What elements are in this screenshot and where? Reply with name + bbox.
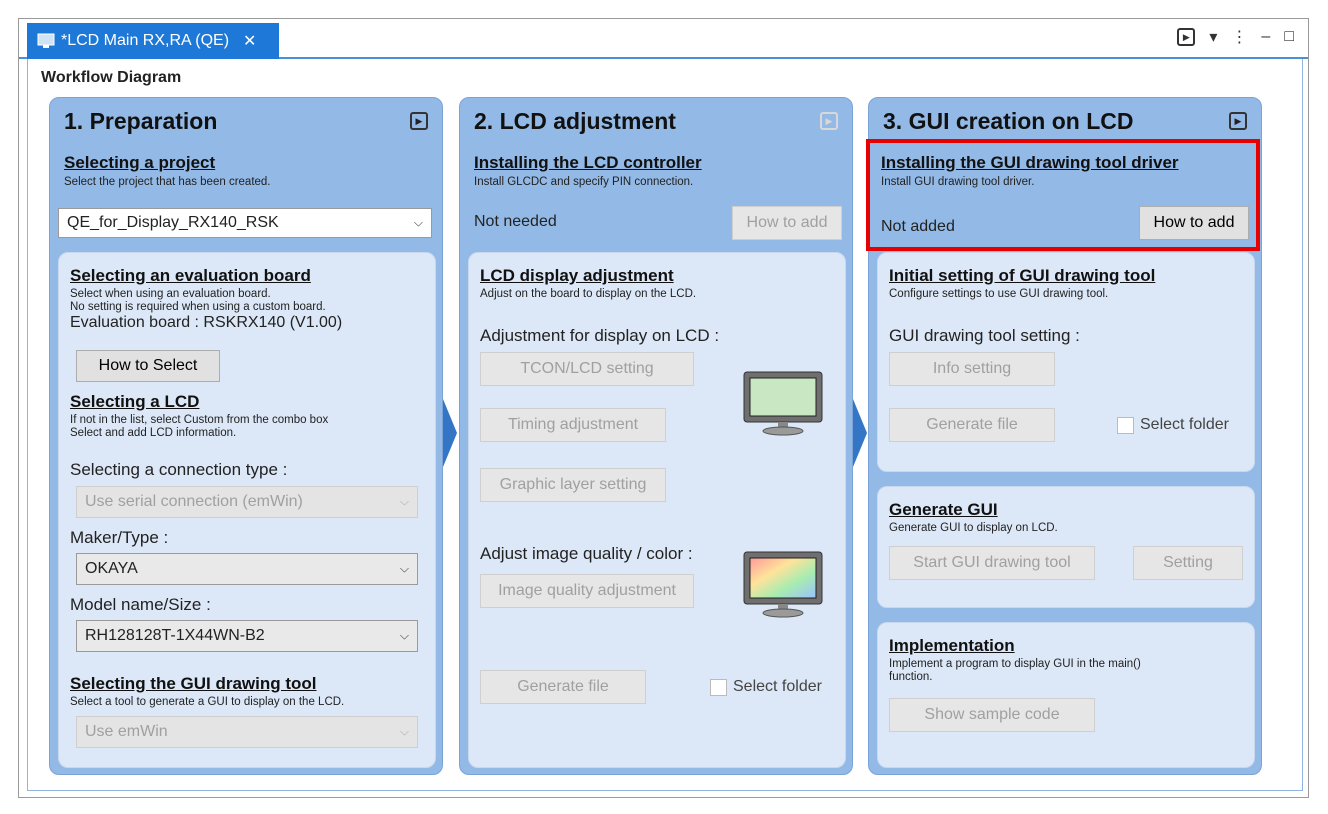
- controller-status: Not needed: [474, 213, 557, 230]
- color-monitor-icon: [743, 551, 823, 618]
- section-title: Implementation: [889, 636, 1015, 655]
- flow-arrow: [853, 399, 867, 467]
- monitor-icon: [743, 371, 823, 436]
- column-title: 3. GUI creation on LCD: [883, 108, 1134, 134]
- section-desc: Adjust on the board to display on the LC…: [480, 288, 697, 300]
- gui-tool-value: Use emWin: [85, 723, 168, 740]
- connection-combo[interactable]: Use serial connection (emWin) ⌵: [76, 486, 418, 518]
- section-title: Generate GUI: [889, 500, 998, 519]
- maker-combo[interactable]: OKAYA ⌵: [76, 553, 418, 585]
- play-icon[interactable]: ▶: [410, 112, 428, 130]
- section-desc: Install GLCDC and specify PIN connection…: [474, 176, 694, 188]
- chevron-down-icon: ⌵: [413, 215, 423, 230]
- maximize-icon[interactable]: □: [1284, 28, 1294, 46]
- section-desc: If not in the list, select Custom from t…: [70, 414, 329, 426]
- column-title: 2. LCD adjustment: [474, 108, 676, 134]
- section-desc: Select a tool to generate a GUI to displ…: [70, 696, 345, 708]
- editor-frame: *LCD Main RX,RA (QE) ✕ ▶ ▾ ⋮ – □ Workflo…: [18, 18, 1309, 798]
- checkbox-label: Select folder: [733, 678, 822, 695]
- chevron-down-icon: ⌵: [399, 724, 409, 739]
- generate-file-button[interactable]: Generate file: [480, 670, 646, 704]
- section-desc: No setting is required when using a cust…: [70, 301, 326, 313]
- section-desc: Select when using an evaluation board.: [70, 288, 271, 300]
- tcon-lcd-setting-button[interactable]: TCON/LCD setting: [480, 352, 694, 386]
- image-quality-adjustment-button[interactable]: Image quality adjustment: [480, 574, 694, 608]
- model-value: RH128128T-1X44WN-B2: [85, 627, 265, 644]
- section-title: Initial setting of GUI drawing tool: [889, 266, 1156, 285]
- setting-button[interactable]: Setting: [1133, 546, 1243, 580]
- board-label: Evaluation board : RSKRX140 (V1.00): [70, 314, 343, 331]
- project-value: QE_for_Display_RX140_RSK: [67, 214, 279, 231]
- timing-adjustment-button[interactable]: Timing adjustment: [480, 408, 666, 442]
- model-label: Model name/Size :: [70, 595, 211, 614]
- section-title: Selecting the GUI drawing tool: [70, 674, 317, 693]
- tab-bar: *LCD Main RX,RA (QE) ✕ ▶ ▾ ⋮ – □: [19, 19, 1308, 59]
- flow-arrow: [443, 399, 457, 467]
- section-title: Selecting a project: [64, 153, 216, 172]
- gui-tool-combo[interactable]: Use emWin ⌵: [76, 716, 418, 748]
- checkbox-label: Select folder: [1140, 416, 1229, 433]
- graphic-layer-setting-button[interactable]: Graphic layer setting: [480, 468, 666, 502]
- run-icon[interactable]: ▶: [1177, 28, 1196, 46]
- minimize-icon[interactable]: –: [1261, 28, 1270, 46]
- section-desc: function.: [889, 671, 933, 683]
- section-desc: Generate GUI to display on LCD.: [889, 522, 1058, 534]
- generate-file-button[interactable]: Generate file: [889, 408, 1055, 442]
- chevron-down-icon[interactable]: ▾: [1209, 27, 1217, 47]
- info-setting-button[interactable]: Info setting: [889, 352, 1055, 386]
- lcd-icon: [37, 33, 55, 48]
- maker-label: Maker/Type :: [70, 528, 169, 547]
- column-title: 1. Preparation: [64, 108, 218, 134]
- checkbox-box[interactable]: [1117, 416, 1134, 434]
- tab-title: *LCD Main RX,RA (QE): [61, 32, 230, 49]
- section-title: Selecting a LCD: [70, 392, 200, 411]
- adjust-label: Adjustment for display on LCD :: [480, 326, 720, 345]
- highlight-box: [866, 139, 1260, 251]
- editor-tab[interactable]: *LCD Main RX,RA (QE) ✕: [27, 23, 279, 59]
- model-combo[interactable]: RH128128T-1X44WN-B2 ⌵: [76, 620, 418, 652]
- quality-label: Adjust image quality / color :: [480, 544, 693, 563]
- section-title: Installing the LCD controller: [474, 153, 702, 172]
- connection-label: Selecting a connection type :: [70, 460, 288, 479]
- select-folder-checkbox[interactable]: Select folder: [1117, 416, 1229, 434]
- connection-value: Use serial connection (emWin): [85, 493, 303, 510]
- section-desc: Select and add LCD information.: [70, 427, 237, 439]
- checkbox-box[interactable]: [710, 678, 727, 696]
- show-sample-code-button[interactable]: Show sample code: [889, 698, 1095, 732]
- section-desc: Configure settings to use GUI drawing to…: [889, 288, 1109, 300]
- window-toolbar: ▶ ▾ ⋮ – □: [1177, 27, 1294, 47]
- how-to-select-button[interactable]: How to Select: [76, 350, 220, 382]
- section-title: LCD display adjustment: [480, 266, 674, 285]
- play-icon[interactable]: ▶: [1229, 112, 1247, 130]
- how-to-add-button[interactable]: How to add: [732, 206, 842, 240]
- more-icon[interactable]: ⋮: [1231, 27, 1247, 47]
- chevron-down-icon: ⌵: [399, 494, 409, 509]
- section-title: Selecting an evaluation board: [70, 266, 311, 285]
- close-icon[interactable]: ✕: [243, 31, 256, 51]
- section-desc: Implement a program to display GUI in th…: [889, 658, 1141, 670]
- project-combo[interactable]: QE_for_Display_RX140_RSK ⌵: [58, 208, 432, 238]
- panel-title: Workflow Diagram: [41, 69, 182, 86]
- gui-setting-label: GUI drawing tool setting :: [889, 326, 1080, 345]
- lcd-adjustment-column: 2. LCD adjustment ▶ Installing the LCD c…: [459, 97, 853, 775]
- section-desc: Select the project that has been created…: [64, 176, 271, 188]
- preparation-column: 1. Preparation ▶ Selecting a project Sel…: [49, 97, 443, 775]
- chevron-down-icon: ⌵: [399, 561, 409, 576]
- select-folder-checkbox[interactable]: Select folder: [710, 678, 822, 696]
- play-icon[interactable]: ▶: [820, 112, 838, 130]
- maker-value: OKAYA: [85, 560, 138, 577]
- chevron-down-icon: ⌵: [399, 628, 409, 643]
- start-gui-drawing-tool-button[interactable]: Start GUI drawing tool: [889, 546, 1095, 580]
